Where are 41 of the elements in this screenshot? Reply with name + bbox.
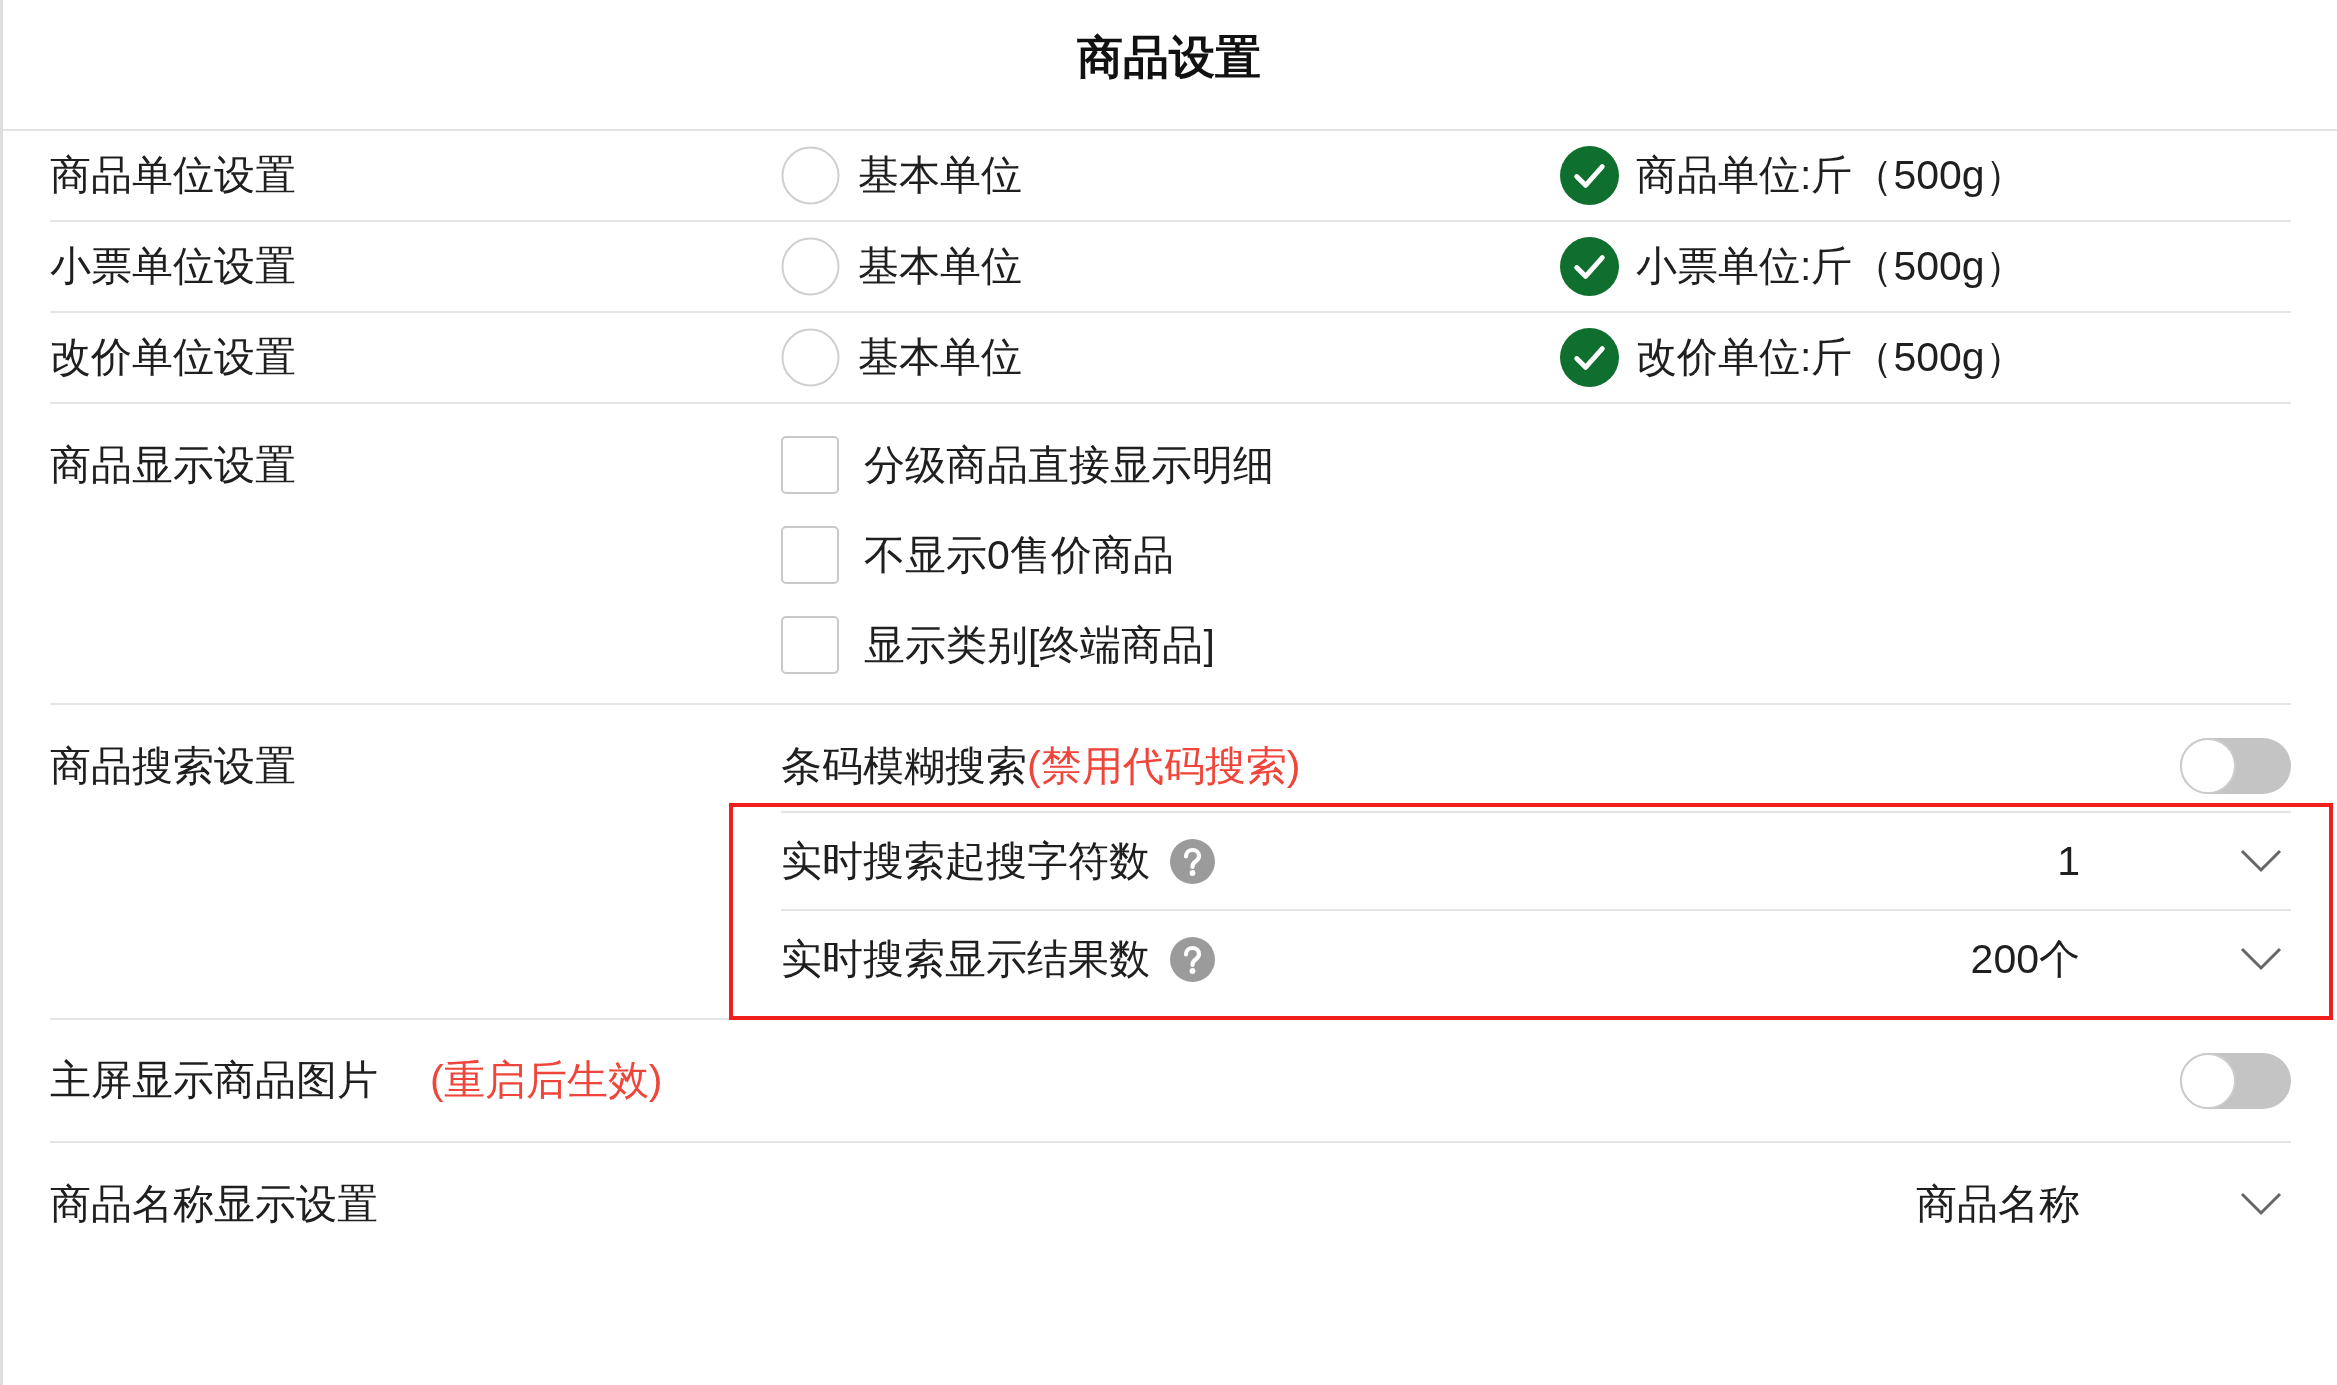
setting-label: 商品搜索设置	[50, 742, 296, 791]
radio-button[interactable]	[781, 146, 840, 205]
option-label: 小票单位:斤（500g）	[1636, 242, 2026, 291]
radio-button[interactable]	[1560, 328, 1619, 387]
setting-label: 小票单位设置	[50, 242, 296, 291]
option-label: 不显示0售价商品	[864, 530, 1174, 580]
option-label: 商品单位:斤（500g）	[1636, 151, 2026, 200]
dropdown[interactable]: 200个	[1970, 931, 2291, 987]
checkbox[interactable]	[781, 436, 839, 494]
dropdown[interactable]: 1	[2057, 837, 2291, 885]
chevron-down-icon	[2240, 1192, 2282, 1216]
setting-label: 实时搜索显示结果数	[781, 934, 1150, 984]
radio-button[interactable]	[1560, 146, 1619, 205]
setting-label: 改价单位设置	[50, 333, 296, 382]
toggle-switch[interactable]	[2180, 1052, 2291, 1109]
chevron-down-icon	[2240, 947, 2282, 971]
dropdown[interactable]: 商品名称	[1916, 1176, 2291, 1232]
setting-label: 商品显示设置	[50, 441, 296, 490]
option-label: 显示类别[终端商品]	[864, 620, 1215, 670]
help-icon[interactable]	[1170, 838, 1215, 884]
warning-note: (禁用代码搜索)	[1027, 741, 1301, 791]
option-label: 分级商品直接显示明细	[864, 440, 1274, 490]
warning-note: (重启后生效)	[430, 1056, 663, 1105]
option-label: 改价单位:斤（500g）	[1636, 333, 2026, 382]
chevron-down-icon	[2240, 849, 2282, 873]
radio-button[interactable]	[781, 237, 840, 296]
checkbox[interactable]	[781, 616, 839, 674]
setting-label: 主屏显示商品图片	[50, 1056, 378, 1105]
radio-button[interactable]	[1560, 237, 1619, 296]
help-icon[interactable]	[1170, 936, 1215, 982]
option-label: 基本单位	[858, 333, 1022, 382]
setting-label: 实时搜索起搜字符数	[781, 836, 1150, 886]
toggle-switch[interactable]	[2180, 738, 2291, 794]
setting-label: 商品名称显示设置	[50, 1179, 378, 1229]
radio-button[interactable]	[781, 328, 840, 387]
page-title: 商品设置	[1076, 30, 1261, 84]
option-label: 基本单位	[858, 151, 1022, 200]
checkbox[interactable]	[781, 526, 839, 584]
toggle-label: 条码模糊搜索	[781, 741, 1027, 791]
setting-label: 商品单位设置	[50, 151, 296, 200]
option-label: 基本单位	[858, 242, 1022, 291]
